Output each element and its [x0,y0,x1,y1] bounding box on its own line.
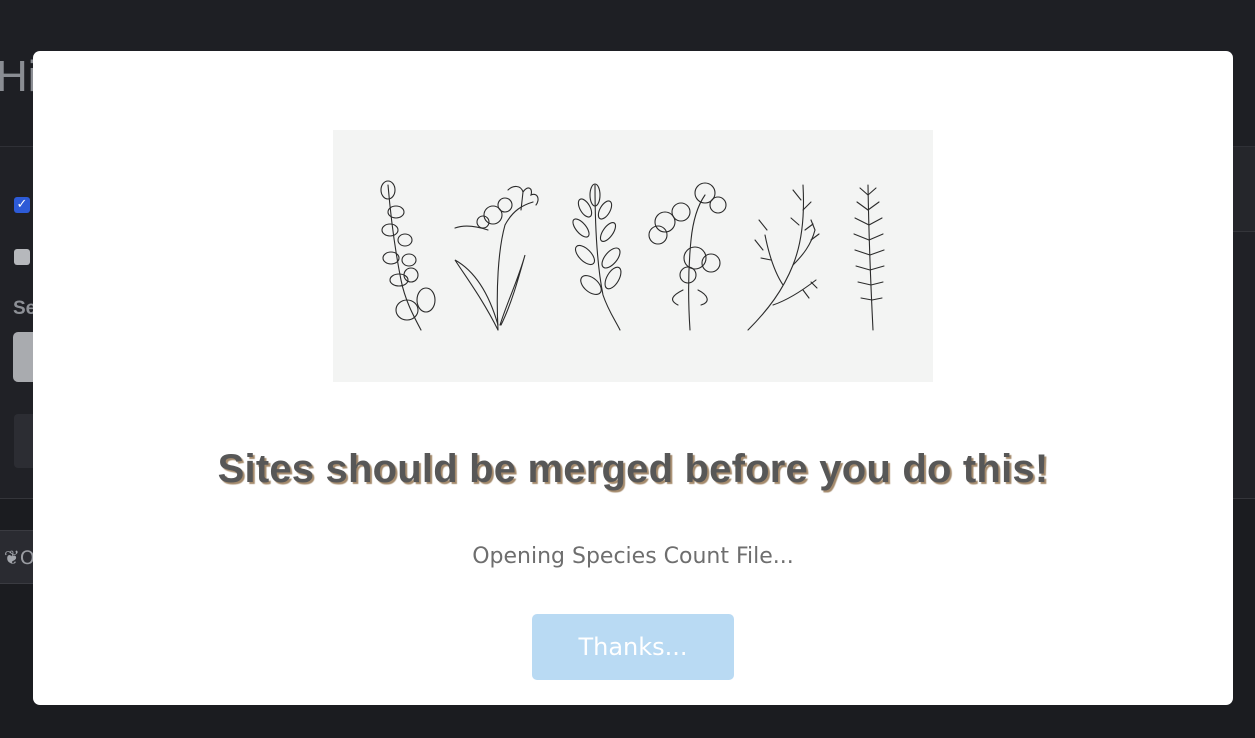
thanks-button[interactable]: Thanks... [532,614,734,680]
checked-checkbox[interactable]: ✓ [14,197,30,213]
eucalyptus-sprig [380,180,436,331]
branching-sprig [747,184,820,331]
freesia-stem [454,185,539,331]
lily-stem [648,182,727,331]
flowers-illustration [380,180,885,331]
modal-message: Opening Species Count File... [472,544,794,569]
botanical-illustration [333,130,933,382]
leaf-icon: ❦ [4,547,20,569]
fern-sprig [853,184,885,331]
modal-heading: Sites should be merged before you do thi… [217,447,1049,491]
alert-modal: Sites should be merged before you do thi… [33,51,1233,705]
leafy-branch [572,183,622,331]
right-panel-edge [1233,147,1255,232]
unchecked-checkbox[interactable] [14,249,30,265]
